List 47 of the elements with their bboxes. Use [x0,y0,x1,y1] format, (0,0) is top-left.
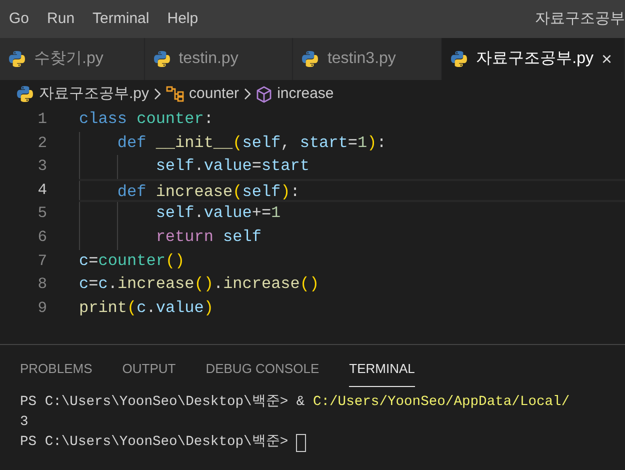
chevron-icon [244,88,252,100]
close-icon[interactable]: × [601,50,612,68]
line-number: 9 [36,298,47,319]
terminal-line: PS C:\Users\YoonSeo\Desktop\백준> [20,434,290,452]
menu-item[interactable]: Terminal [84,8,158,30]
panel-tab[interactable]: TERMINAL [349,348,415,388]
code-line: c=counter() [79,250,186,272]
panel-tab[interactable]: OUTPUT [122,348,176,388]
code-line: c=c.increase().increase() [79,274,320,296]
code-line: self.value=start [79,155,625,179]
breadcrumb-item[interactable]: increase [277,82,334,106]
class-symbol-icon [166,86,184,102]
python-icon [450,50,468,68]
editor-tab[interactable]: 수찾기.py [0,38,145,80]
line-number: 3 [36,156,47,178]
code-line: def increase(self): [79,178,625,202]
menu-item[interactable]: Help [158,8,208,30]
line-number: 2 [36,132,47,154]
panel-tab[interactable]: PROBLEMS [20,348,92,388]
breadcrumb-item[interactable]: counter [189,82,240,106]
line-number: 4 [36,180,47,201]
chevron-icon [154,88,162,100]
menu-item[interactable]: Go [0,8,38,30]
code-line: print(c.value) [79,298,214,319]
terminal-line: PS C:\Users\YoonSeo\Desktop\백준> & C:/Users/YoonSeo/AppData/Local/ [20,394,570,412]
menu-item[interactable]: Run [38,8,84,30]
line-number: 8 [36,274,47,296]
breadcrumb-item[interactable]: 자료구조공부.py [39,82,150,106]
python-icon [301,50,320,68]
editor-tab[interactable]: testin3.py [293,38,442,80]
cube-icon [256,86,272,102]
code-line: class counter: [79,109,214,130]
line-number: 5 [36,203,47,224]
python-icon [16,85,34,103]
code-line: return self [79,226,625,250]
python-icon [152,50,171,68]
editor-tab[interactable]: testin.py [144,38,294,80]
line-number: 1 [36,109,47,130]
python-icon [8,50,26,68]
terminal-line: 3 [20,414,28,432]
window-title: 자료구조공부 [535,8,625,29]
line-number: 6 [36,226,47,248]
panel-tab[interactable]: DEBUG CONSOLE [206,348,320,388]
code-line: self.value+=1 [79,202,625,226]
editor-tab[interactable]: 자료구조공부.py × [442,38,625,80]
code-line: def __init__(self, start=1): [79,132,625,156]
line-number: 7 [36,250,47,272]
